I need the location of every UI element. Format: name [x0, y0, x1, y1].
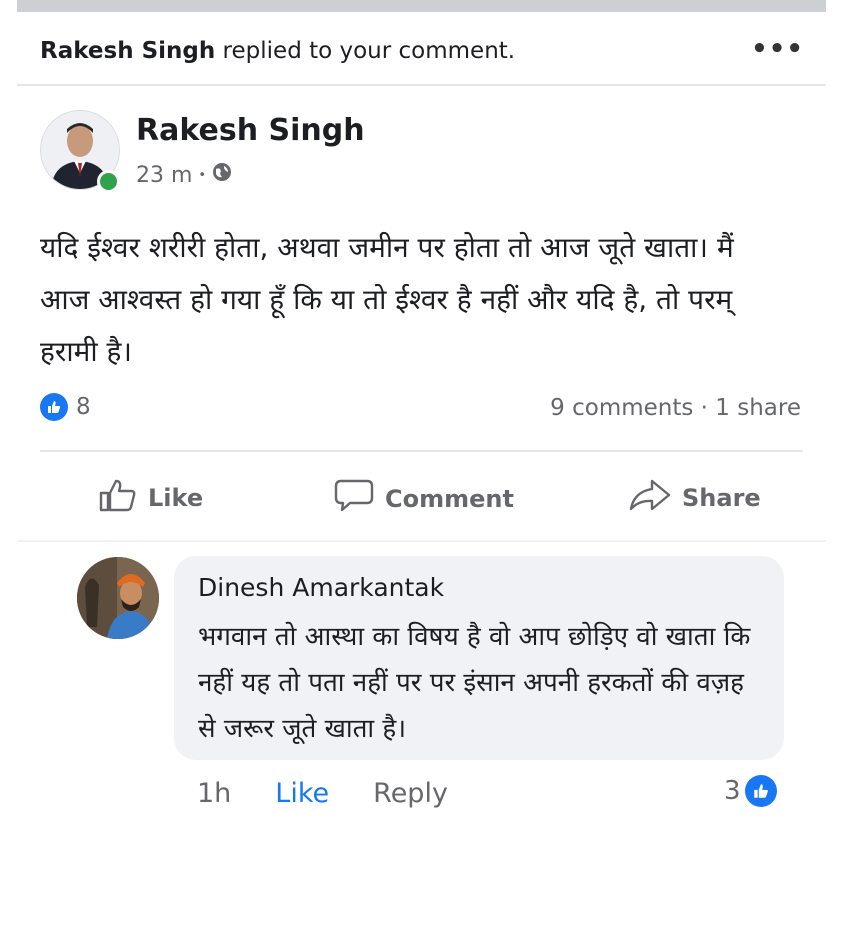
globe-icon	[212, 162, 232, 188]
like-reaction-icon	[40, 393, 68, 421]
comment-reactions[interactable]: 3	[724, 775, 777, 807]
commenter-photo	[77, 557, 159, 639]
online-status-dot	[97, 170, 120, 193]
post-body: यदि ईश्वर शरीरी होता, अथवा जमीन पर होता …	[40, 231, 734, 368]
top-bar	[17, 0, 826, 12]
thumbs-up-icon	[98, 478, 138, 518]
notification-action: replied to your comment.	[215, 38, 516, 64]
meta-separator: •	[198, 167, 207, 183]
comment-author[interactable]: Dinesh Amarkantak	[198, 573, 444, 602]
post-meta: 23 m •	[136, 162, 232, 188]
comment-reply-button[interactable]: Reply	[373, 778, 448, 809]
post-author[interactable]: Rakesh Singh	[136, 113, 365, 148]
notification-actor[interactable]: Rakesh Singh	[40, 38, 215, 64]
comment-bubble-icon	[333, 478, 375, 520]
comment-reaction-count: 3	[724, 776, 741, 806]
section-divider	[17, 540, 826, 542]
commenter-avatar[interactable]	[77, 557, 159, 639]
like-count: 8	[76, 394, 91, 420]
share-label: Share	[682, 484, 761, 512]
share-arrow-icon	[628, 478, 672, 518]
comment-button[interactable]: Comment	[333, 478, 514, 520]
like-button[interactable]: Like	[98, 478, 203, 518]
notification-header: Rakesh Singh replied to your comment. ••…	[17, 12, 826, 86]
comments-shares-count[interactable]: 9 comments · 1 share	[550, 395, 801, 421]
comment-time[interactable]: 1h	[197, 778, 231, 809]
comment-like-button[interactable]: Like	[275, 778, 329, 809]
comment-actions: 1h Like Reply	[197, 778, 448, 809]
comment-label: Comment	[385, 485, 514, 513]
more-options-button[interactable]: •••	[751, 34, 804, 64]
like-label: Like	[148, 484, 204, 512]
action-divider	[40, 450, 803, 452]
share-button[interactable]: Share	[628, 478, 761, 518]
reaction-summary[interactable]: 8	[40, 393, 91, 421]
post-time[interactable]: 23 m	[136, 163, 192, 188]
comment-bubble: Dinesh Amarkantak भगवान तो आस्था का विषय…	[174, 556, 784, 760]
notification-text: Rakesh Singh replied to your comment.	[40, 38, 515, 64]
comment-like-reaction-icon	[744, 775, 777, 807]
comment-body: भगवान तो आस्था का विषय है वो आप छोड़िए व…	[198, 622, 751, 744]
